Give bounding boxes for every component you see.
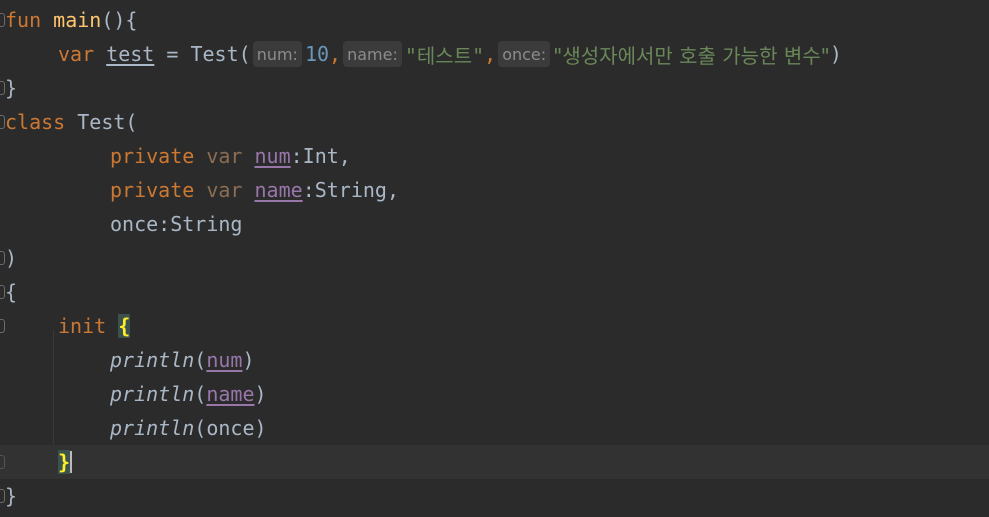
code-line-5[interactable]: private var num:Int, [0,139,989,173]
code-text: once:String [110,212,243,236]
keyword-class: class [5,110,66,134]
parameter-hint-num: num: [252,41,302,67]
keyword-fun: fun [5,8,42,32]
code-line-14-current[interactable]: } [0,445,989,479]
comma: , [484,42,497,66]
code-editor[interactable]: fun main(){ var test = Test(num: 10, name:… [0,0,989,517]
code-text: } [5,484,18,508]
property-name: name [254,178,303,202]
keyword-var: var [58,42,95,66]
property-num: num [206,348,243,372]
number-literal: 10 [304,42,330,66]
code-text: ( [194,348,207,372]
text-caret [70,451,73,473]
code-text: (){ [101,8,138,32]
code-line-13[interactable]: println (once) [0,411,989,445]
constructor-call: Test( [190,42,251,66]
code-text: :String, [302,178,400,202]
function-println: println [110,348,195,372]
function-println: println [110,382,195,406]
string-literal-once: "생성자에서만 호출 가능한 변수" [553,43,830,68]
code-text: (once) [194,416,267,440]
code-line-15[interactable]: } [0,479,989,513]
fold-marker-icon[interactable] [0,309,8,343]
code-text: ( [194,382,207,406]
code-line-9[interactable]: { [0,275,989,309]
function-println: println [110,416,195,440]
code-text: = [154,42,191,66]
function-name-main: main [53,8,102,32]
code-line-6[interactable]: private var name:String, [0,173,989,207]
code-line-4[interactable]: class Test( [0,105,989,139]
property-num: num [254,144,291,168]
code-text: ) [242,348,255,372]
code-text: :Int, [290,144,351,168]
property-name: name [206,382,255,406]
code-text: } [5,76,18,100]
code-line-12[interactable]: println(name) [0,377,989,411]
fold-marker-icon[interactable] [0,445,8,479]
matched-brace-open: { [118,314,131,338]
code-line-7[interactable]: once:String [0,207,989,241]
code-text: ) [5,246,18,270]
code-text: { [5,280,18,304]
code-line-10[interactable]: init { [0,309,989,343]
keyword-var: var [206,144,243,168]
code-line-1[interactable]: fun main(){ [0,3,989,37]
parameter-hint-once: once: [498,41,551,67]
code-text: ) [254,382,267,406]
code-text: Test( [65,110,138,134]
code-line-3[interactable]: } [0,71,989,105]
parameter-hint-name: name: [343,41,402,67]
keyword-private: private [110,178,195,202]
comma: , [329,42,342,66]
code-text: ) [829,42,842,66]
variable-test: test [106,42,155,66]
string-literal-name: "테스트" [404,43,485,68]
code-line-8[interactable]: ) [0,241,989,275]
keyword-private: private [110,144,195,168]
matched-brace-close: } [58,450,71,474]
keyword-var: var [206,178,243,202]
code-line-2[interactable]: var test = Test(num: 10, name: "테스트", once: "… [0,37,989,71]
code-line-11[interactable]: println(num) [0,343,989,377]
keyword-init: init [58,314,107,338]
